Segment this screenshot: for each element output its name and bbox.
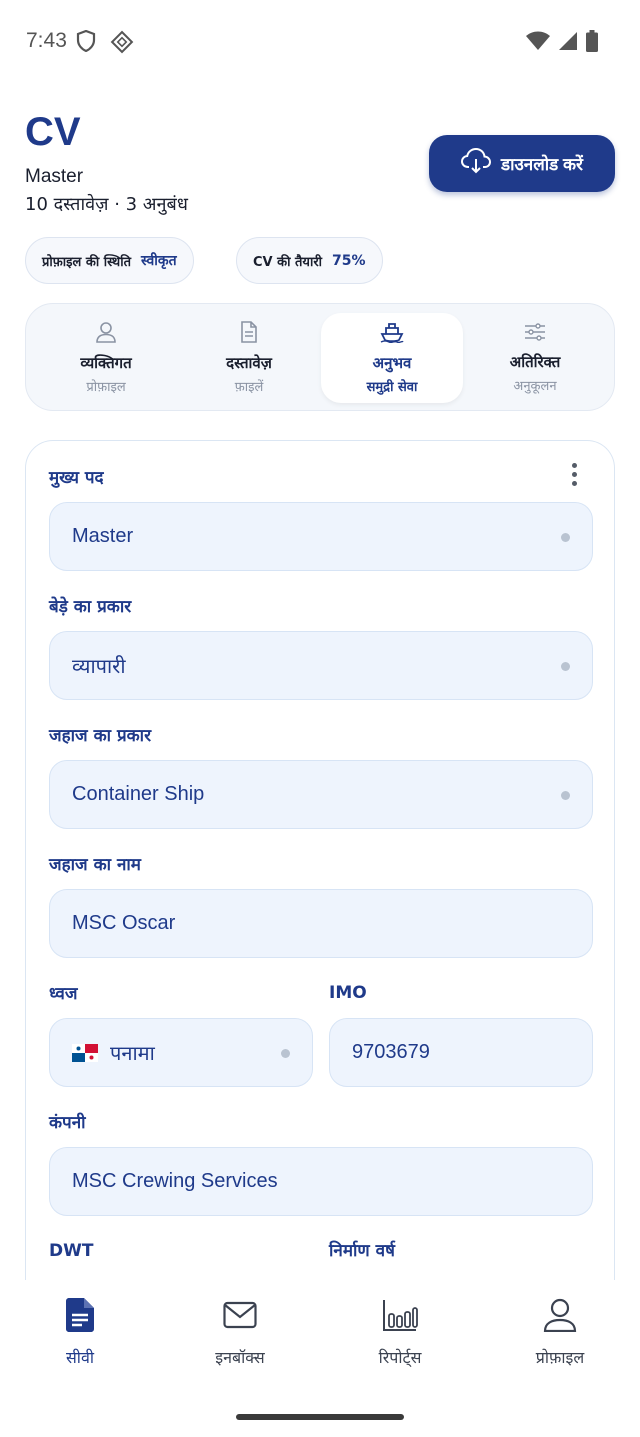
position-label: मुख्य पद [49,468,104,488]
fleet-type-select[interactable]: व्यापारी [49,631,593,700]
mail-icon [223,1298,257,1336]
cloud-download-icon [460,147,491,179]
experience-form: मुख्य पद Master बेड़े का प्रकार व्यापारी… [25,440,615,1280]
bar-chart-icon [382,1298,418,1336]
download-button[interactable]: डाउनलोड करें [429,135,615,192]
company-label: कंपनी [49,1113,86,1133]
shield-icon [76,29,96,58]
fleet-type-value: व्यापारी [72,656,126,678]
imo-value: 9703679 [352,1041,430,1063]
tab-documents-label: दस्तावेज़ [226,354,272,372]
select-indicator-icon [561,791,570,800]
nav-reports-label: रिपोर्ट्स [378,1348,422,1367]
profile-icon [543,1298,577,1336]
build-year-label: निर्माण वर्ष [329,1241,395,1261]
nav-reports[interactable]: रिपोर्ट्स [340,1298,460,1368]
flag-value: पनामा [110,1043,155,1065]
imo-input[interactable]: 9703679 [329,1018,593,1087]
select-indicator-icon [281,1049,290,1058]
dwt-label: DWT [49,1241,94,1261]
vessel-type-label: जहाज का प्रकार [49,726,152,746]
nav-cv-label: सीवी [65,1348,94,1367]
download-button-label: डाउनलोड करें [500,155,583,174]
battery-icon [586,30,598,56]
home-indicator[interactable] [236,1414,404,1420]
panama-flag-icon [72,1043,98,1062]
tab-documents[interactable]: दस्तावेज़ फ़ाइलें [178,313,320,403]
position-value: Master [72,525,134,547]
nav-inbox[interactable]: इनबॉक्स [180,1298,300,1368]
select-indicator-icon [561,662,570,671]
page-title: CV [25,110,81,154]
tab-personal-sub: प्रोफ़ाइल [86,380,126,395]
tab-personal-label: व्यक्तिगत [80,354,132,372]
diamond-grid-icon [110,30,134,58]
status-time: 7:43 [26,29,67,52]
wifi-icon [526,31,550,55]
ship-icon [380,321,404,347]
vessel-name-input[interactable]: MSC Oscar [49,889,593,958]
select-indicator-icon [561,533,570,542]
cv-readiness-value: 75% [332,252,366,269]
vessel-name-label: जहाज का नाम [49,855,141,875]
status-bar: 7:43 [0,0,640,84]
company-input[interactable]: MSC Crewing Services [49,1147,593,1216]
fleet-type-label: बेड़े का प्रकार [49,597,132,617]
tab-experience[interactable]: अनुभव समुद्री सेवा [321,313,463,403]
flag-label: ध्वज [49,984,78,1004]
vessel-type-select[interactable]: Container Ship [49,760,593,829]
more-options-button[interactable] [562,457,586,491]
documents-contracts-count: 10 दस्तावेज़ · 3 अनुबंध [25,194,188,215]
tab-experience-sub: समुद्री सेवा [366,380,418,395]
tab-personal[interactable]: व्यक्तिगत प्रोफ़ाइल [35,313,177,403]
flag-select[interactable]: पनामा [49,1018,313,1087]
profile-status-chip: प्रोफ़ाइल की स्थिति स्वीकृत [25,237,194,284]
position-select[interactable]: Master [49,502,593,571]
sliders-icon [524,322,546,346]
cv-document-icon [66,1298,94,1336]
nav-profile-label: प्रोफ़ाइल [535,1348,585,1367]
rank-subtitle: Master [25,166,84,187]
cell-signal-icon [558,31,578,55]
profile-status-value: स्वीकृत [141,253,177,269]
company-value: MSC Crewing Services [72,1170,278,1192]
tab-documents-sub: फ़ाइलें [234,380,264,395]
user-icon [95,321,117,347]
nav-inbox-label: इनबॉक्स [215,1348,265,1367]
nav-cv[interactable]: सीवी [20,1298,140,1368]
tab-additional[interactable]: अतिरिक्त अनुकूलन [464,313,606,403]
cv-readiness-chip: CV की तैयारी 75% [236,237,383,284]
profile-status-key: प्रोफ़ाइल की स्थिति [42,254,132,270]
vessel-type-value: Container Ship [72,783,205,805]
tab-additional-label: अतिरिक्त [509,353,561,371]
document-icon [239,321,259,347]
nav-profile[interactable]: प्रोफ़ाइल [500,1298,620,1368]
vessel-name-value: MSC Oscar [72,912,176,934]
tab-additional-sub: अनुकूलन [513,379,557,394]
tab-experience-label: अनुभव [372,354,412,372]
more-vertical-icon [571,462,577,468]
imo-label: IMO [329,983,367,1003]
cv-readiness-key: CV की तैयारी [253,254,323,270]
section-tabs: व्यक्तिगत प्रोफ़ाइल दस्तावेज़ फ़ाइलें अन… [25,303,615,411]
